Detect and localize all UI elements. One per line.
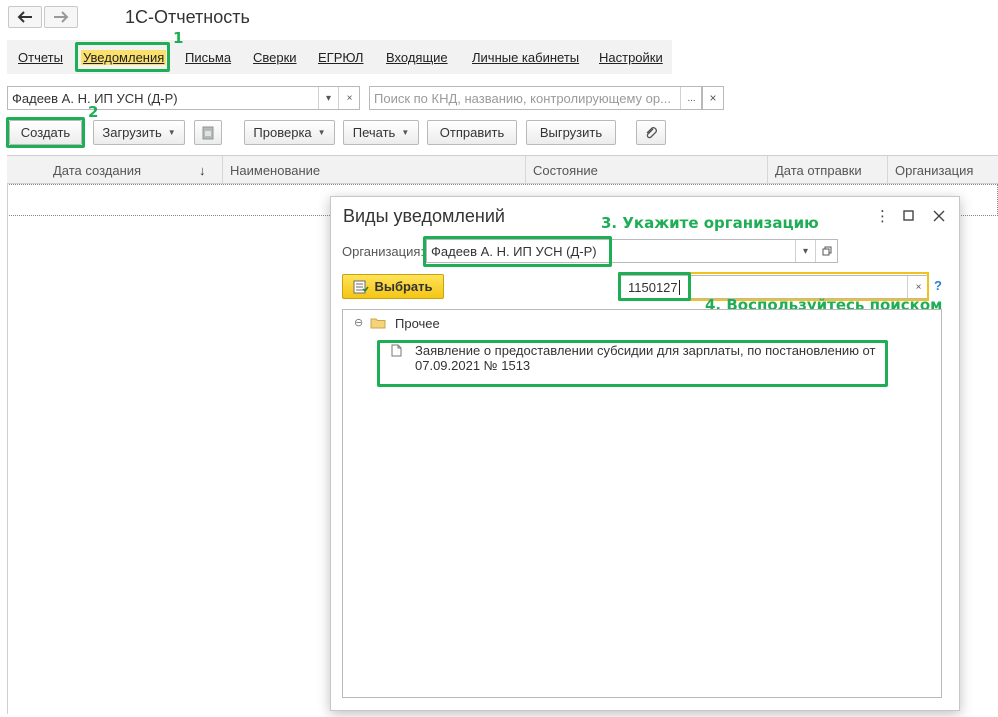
chevron-down-icon: ▼ [317, 128, 326, 137]
more-vertical-icon: ⋮ [875, 208, 890, 225]
dialog-organization-open[interactable] [815, 240, 837, 262]
select-button-label: Выбрать [374, 279, 433, 294]
column-sent-date[interactable]: Дата отправки [775, 163, 862, 178]
table-header: Дата создания ↓ Наименование Состояние Д… [7, 155, 998, 184]
search-input[interactable]: Поиск по КНД, названию, контролирующему … [369, 86, 702, 110]
dialog-title: Виды уведомлений [343, 206, 505, 226]
paperclip-icon [646, 126, 657, 138]
arrow-right-icon [54, 11, 69, 23]
create-button[interactable]: Создать [9, 120, 82, 145]
print-button-label: Печать [352, 125, 396, 140]
column-divider [525, 156, 526, 183]
dialog-search-clear[interactable]: × [907, 276, 929, 298]
column-divider [222, 156, 223, 183]
dialog-menu-button[interactable]: ⋮ [875, 207, 890, 225]
collapse-icon[interactable]: ⊖ [354, 316, 363, 329]
arrow-left-icon [17, 11, 32, 23]
search-clear-button[interactable]: × [702, 86, 724, 110]
tab-notifications[interactable]: Уведомления [81, 50, 167, 65]
tab-reports[interactable]: Отчеты [18, 50, 63, 65]
text-cursor [679, 280, 680, 295]
send-button[interactable]: Отправить [427, 120, 517, 145]
dialog-organization-value: Фадеев А. Н. ИП УСН (Д-Р) [431, 244, 597, 259]
back-button[interactable] [8, 6, 42, 28]
column-status[interactable]: Состояние [533, 163, 598, 178]
column-name[interactable]: Наименование [230, 163, 320, 178]
select-button[interactable]: Выбрать [342, 274, 444, 299]
organization-clear-button[interactable]: × [338, 87, 360, 109]
step-3-note: 3. Укажите организацию [601, 214, 819, 232]
folder-icon [370, 318, 386, 329]
close-icon: × [915, 281, 922, 293]
app-title: 1С-Отчетность [125, 7, 250, 27]
chevron-down-icon: ▾ [325, 92, 332, 104]
close-icon: × [346, 92, 353, 104]
tab-letters[interactable]: Письма [185, 50, 231, 65]
more-icon: ... [687, 92, 696, 104]
tree-item-line-1: Заявление о предоставлении субсидии для … [415, 343, 876, 358]
search-placeholder: Поиск по КНД, названию, контролирующему … [374, 91, 671, 106]
tree-item-subsidy-application[interactable]: Заявление о предоставлении субсидии для … [415, 343, 875, 373]
organization-label: Организация: [342, 244, 425, 259]
tab-egrul[interactable]: ЕГРЮЛ [318, 50, 363, 65]
search-more-button[interactable]: ... [680, 87, 702, 109]
dialog-maximize-button[interactable] [903, 207, 914, 224]
attach-button[interactable] [636, 120, 666, 145]
close-icon [933, 210, 945, 222]
select-list-icon [353, 280, 370, 293]
column-date-created[interactable]: Дата создания [53, 163, 141, 178]
step-1-marker: 1 [173, 29, 184, 47]
check-button-label: Проверка [253, 125, 312, 140]
help-icon[interactable]: ? [934, 278, 942, 293]
tab-bar: Отчеты Уведомления Письма Сверки ЕГРЮЛ В… [7, 40, 672, 74]
notification-types-tree: ⊖ Прочее Заявление о предоставлении субс… [342, 309, 942, 698]
print-button[interactable]: Печать ▼ [343, 120, 419, 145]
column-divider [887, 156, 888, 183]
maximize-icon [903, 210, 914, 221]
document-icon [391, 344, 402, 357]
column-divider [767, 156, 768, 183]
sort-indicator: ↓ [199, 163, 206, 178]
table-left-border [7, 184, 8, 714]
tree-item-line-2: 07.09.2021 № 1513 [415, 358, 531, 373]
chevron-down-icon: ▼ [401, 128, 410, 137]
forward-button[interactable] [44, 6, 78, 28]
tab-personal-accounts[interactable]: Личные кабинеты [472, 50, 579, 65]
upload-button[interactable]: Загрузить ▼ [93, 120, 185, 145]
dialog-organization-dropdown[interactable]: ▾ [795, 240, 815, 262]
archive-icon [202, 126, 214, 139]
tab-incoming[interactable]: Входящие [386, 50, 448, 65]
chevron-down-icon: ▼ [167, 128, 176, 137]
chevron-down-icon: ▾ [802, 245, 809, 257]
upload-button-label: Загрузить [102, 125, 162, 140]
organization-filter-field[interactable]: Фадеев А. Н. ИП УСН (Д-Р) ▾ × [7, 86, 360, 110]
dialog-close-button[interactable] [933, 207, 945, 225]
notification-types-dialog: Виды уведомлений ⋮ 3. Укажите организаци… [330, 196, 960, 711]
tab-reconciliations[interactable]: Сверки [253, 50, 297, 65]
archive-button[interactable] [194, 120, 222, 145]
open-window-icon [822, 246, 831, 256]
export-button[interactable]: Выгрузить [526, 120, 616, 145]
dialog-search-value: 1150127 [628, 280, 678, 295]
organization-dropdown-button[interactable]: ▾ [318, 87, 338, 109]
dialog-organization-field[interactable]: Фадеев А. Н. ИП УСН (Д-Р) ▾ [426, 239, 838, 263]
step-2-marker: 2 [88, 103, 99, 121]
close-icon: × [709, 91, 717, 105]
column-organization[interactable]: Организация [895, 163, 973, 178]
tree-group-other[interactable]: Прочее [395, 316, 440, 331]
check-button[interactable]: Проверка ▼ [244, 120, 335, 145]
tab-settings[interactable]: Настройки [599, 50, 663, 65]
